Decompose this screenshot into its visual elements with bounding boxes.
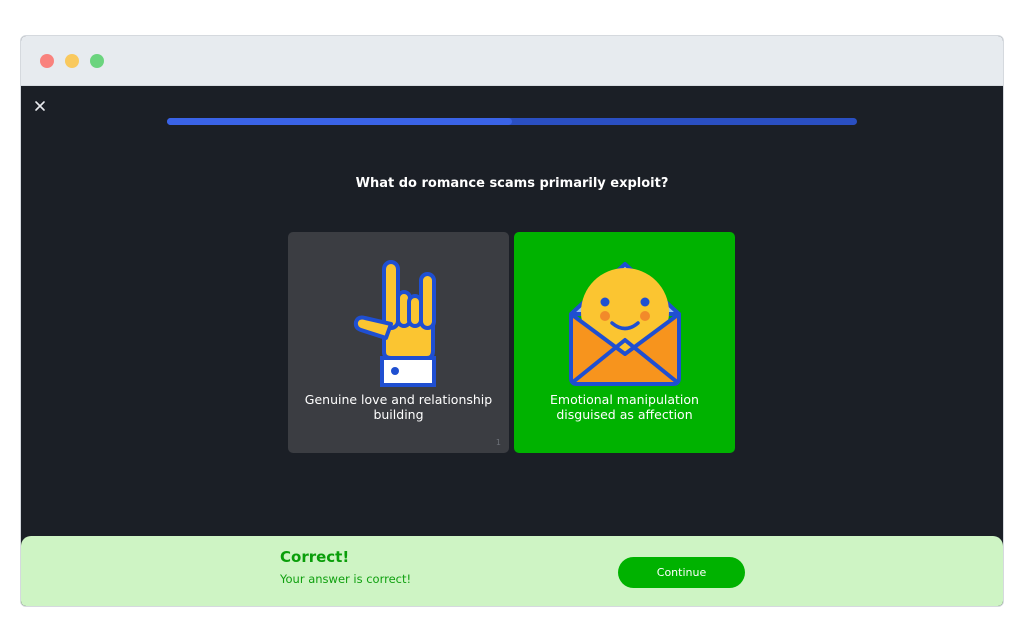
app-window: What do romance scams primarily exploit?… <box>20 35 1004 607</box>
answer-option-2-label: Emotional manipulation disguised as affe… <box>550 392 699 422</box>
answer-option-2[interactable]: Emotional manipulation disguised as affe… <box>514 232 735 453</box>
feedback-banner: Correct! Your answer is correct! Continu… <box>21 536 1003 606</box>
title-bar <box>21 36 1003 86</box>
rock-on-hand-icon <box>353 260 436 387</box>
feedback-title: Correct! <box>280 548 350 566</box>
continue-button[interactable]: Continue <box>618 557 745 588</box>
progress-bar-fill <box>167 118 512 125</box>
window-minimize-dot[interactable] <box>65 54 79 68</box>
window-close-dot[interactable] <box>40 54 54 68</box>
progress-bar <box>167 118 857 125</box>
answer-option-1[interactable]: Genuine love and relationship building 1 <box>288 232 509 453</box>
answer-option-1-label: Genuine love and relationship building <box>304 392 493 422</box>
question-text: What do romance scams primarily exploit? <box>355 176 669 191</box>
lesson-content: What do romance scams primarily exploit?… <box>21 86 1003 606</box>
smiley-envelope-icon <box>568 262 681 386</box>
answer-option-1-key: 1 <box>495 438 501 447</box>
close-lesson-button[interactable] <box>33 98 47 112</box>
feedback-subtitle: Your answer is correct! <box>280 572 412 586</box>
close-icon <box>35 101 45 111</box>
window-zoom-dot[interactable] <box>90 54 104 68</box>
